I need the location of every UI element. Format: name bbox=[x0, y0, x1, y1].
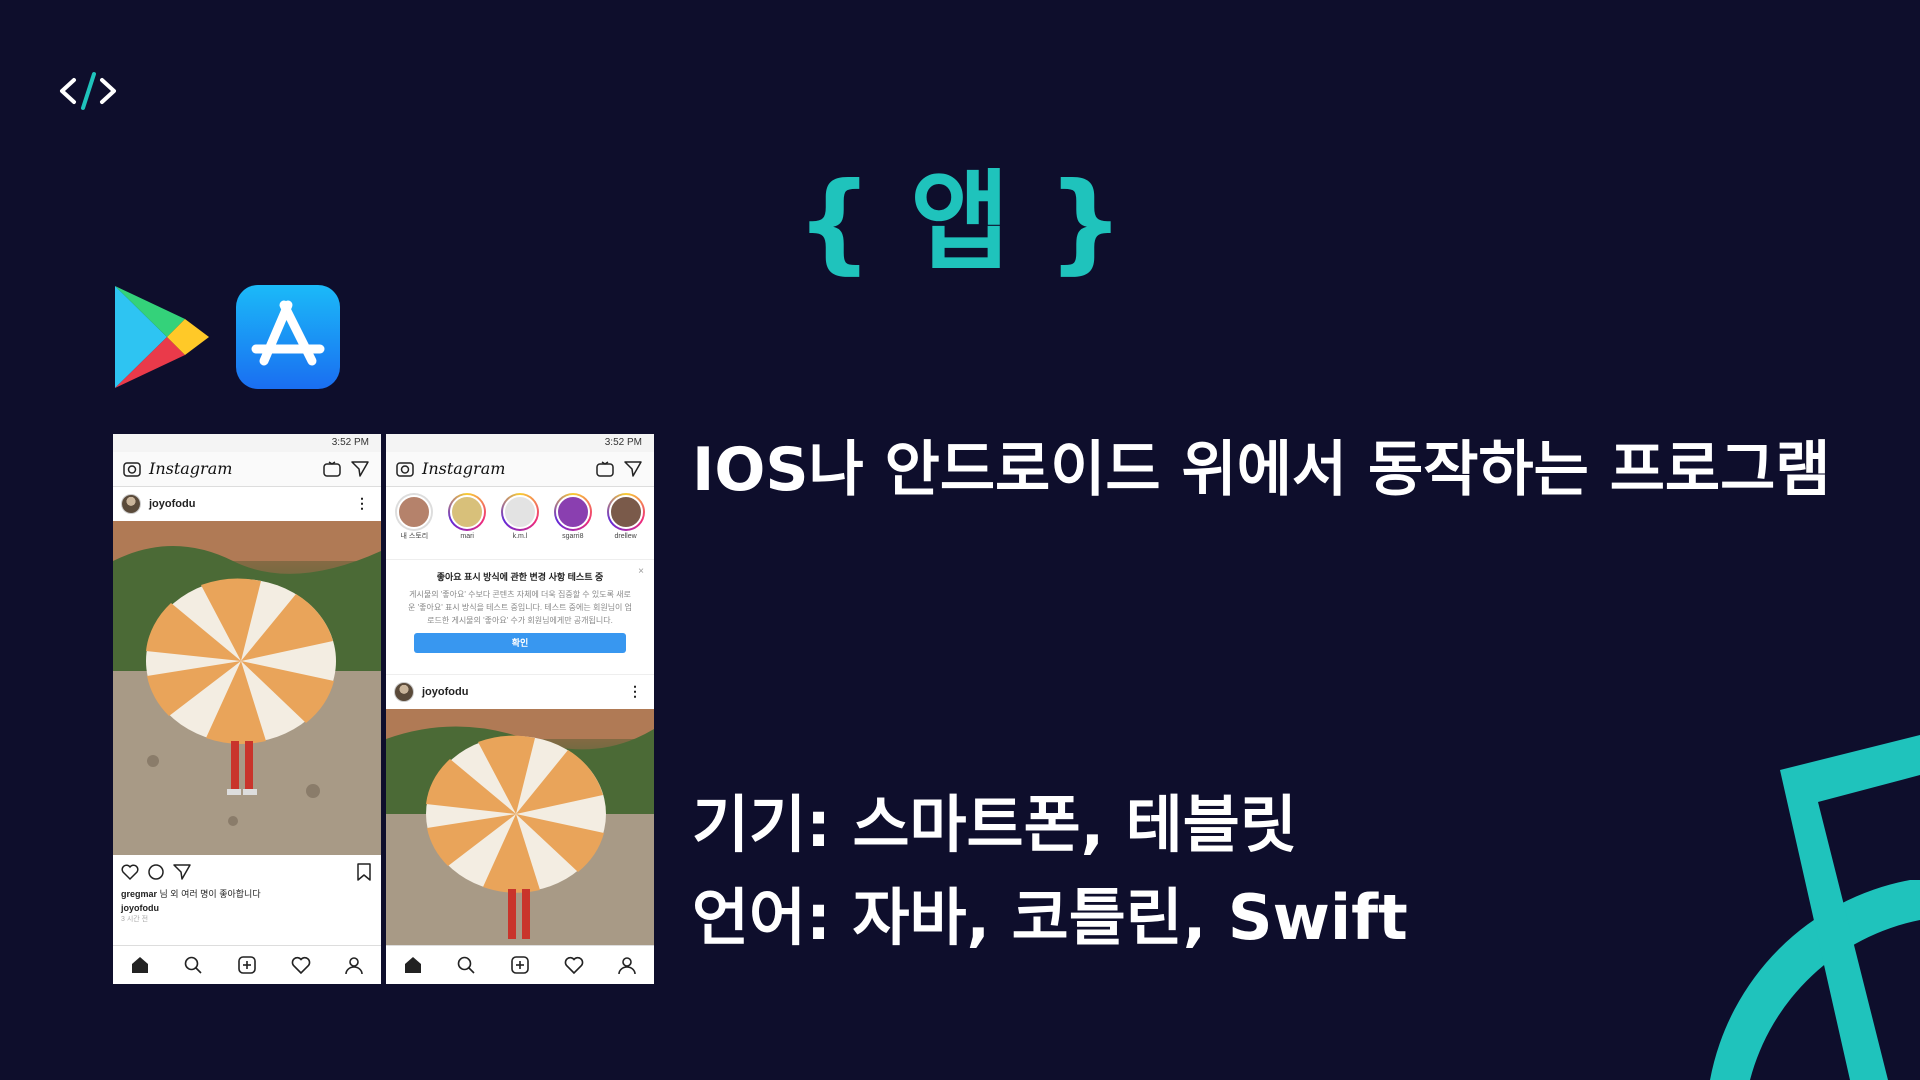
search-icon[interactable] bbox=[183, 955, 203, 975]
stories-row: 내 스토리 mari k.m.l sgarri8 drellew bbox=[386, 487, 654, 559]
more-options-icon: ⋮ bbox=[355, 495, 369, 511]
avatar bbox=[121, 494, 141, 514]
slide-title: { 앱 } bbox=[795, 160, 1125, 285]
igtv-icon bbox=[323, 461, 341, 477]
igtv-icon bbox=[596, 461, 614, 477]
add-post-icon[interactable] bbox=[510, 955, 530, 975]
home-icon[interactable] bbox=[130, 955, 150, 975]
likes-username: gregmar bbox=[121, 889, 158, 899]
code-icon bbox=[60, 72, 116, 110]
story-avatar bbox=[606, 493, 645, 531]
post-photo bbox=[113, 521, 381, 855]
devices-line: 기기: 스마트폰, 테블릿 bbox=[692, 788, 1297, 861]
story-label: sgarri8 bbox=[562, 533, 584, 540]
post-username: joyofodu bbox=[422, 686, 469, 698]
bottom-navigation bbox=[113, 945, 381, 984]
languages-line: 언어: 자바, 코틀린, Swift bbox=[692, 881, 1408, 954]
instagram-screenshot-stories: 3:52 PM Instagram 내 스토리 mari k.m.l sgarr… bbox=[386, 434, 654, 984]
direct-message-icon bbox=[624, 461, 642, 477]
app-description: IOS나 안드로이드 위에서 동작하는 프로그램 bbox=[692, 435, 1831, 505]
story-label: 내 스토리 bbox=[400, 533, 429, 540]
profile-icon[interactable] bbox=[344, 955, 364, 975]
heart-icon[interactable] bbox=[121, 863, 139, 881]
instagram-header: Instagram bbox=[113, 452, 381, 487]
post-actions bbox=[113, 855, 381, 887]
post-photo bbox=[386, 709, 654, 945]
camera-icon bbox=[396, 462, 414, 477]
likes-text: 님 외 여러 명이 좋아합니다 bbox=[159, 889, 261, 899]
camera-icon bbox=[123, 462, 141, 477]
share-icon[interactable] bbox=[173, 863, 191, 881]
instagram-screenshot-feed: 3:52 PM Instagram joyofodu ⋮ gregmar 님 외… bbox=[113, 434, 381, 984]
instagram-logo: Instagram bbox=[422, 459, 506, 478]
close-icon[interactable]: × bbox=[638, 566, 644, 578]
likes-line: gregmar 님 외 여러 명이 좋아합니다 bbox=[113, 887, 381, 901]
home-icon[interactable] bbox=[403, 955, 423, 975]
google-play-icon bbox=[115, 286, 209, 388]
direct-message-icon bbox=[351, 461, 369, 477]
search-icon[interactable] bbox=[456, 955, 476, 975]
comment-icon[interactable] bbox=[147, 863, 165, 881]
status-bar: 3:52 PM bbox=[386, 434, 654, 452]
post-time: 3 시간 전 bbox=[121, 916, 149, 923]
app-store-icon bbox=[236, 285, 340, 389]
story-avatar bbox=[395, 493, 434, 531]
instagram-header: Instagram bbox=[386, 452, 654, 487]
story-label: mari bbox=[460, 533, 474, 540]
story-label: drellew bbox=[614, 533, 637, 540]
story-label: k.m.l bbox=[512, 533, 528, 540]
post-header: joyofodu ⋮ bbox=[386, 675, 654, 709]
notice-body: 게시물의 '좋아요' 수보다 콘텐츠 자체에 더욱 집중할 수 있도록 새로운 … bbox=[408, 590, 632, 625]
caption-username: joyofodu bbox=[121, 903, 159, 913]
likes-test-notice: × 좋아요 표시 방식에 관한 변경 사항 테스트 중 게시물의 '좋아요' 수… bbox=[386, 559, 654, 675]
profile-icon[interactable] bbox=[617, 955, 637, 975]
add-post-icon[interactable] bbox=[237, 955, 257, 975]
story-item[interactable]: sgarri8 bbox=[549, 487, 597, 559]
story-item[interactable]: k.m.l bbox=[496, 487, 544, 559]
decorative-corner-shape bbox=[1710, 735, 1920, 1080]
post-header: joyofodu ⋮ bbox=[113, 487, 381, 521]
post-username: joyofodu bbox=[149, 498, 196, 510]
story-avatar bbox=[500, 493, 539, 531]
confirm-button[interactable]: 확인 bbox=[414, 633, 626, 653]
activity-heart-icon[interactable] bbox=[291, 955, 311, 975]
status-bar: 3:52 PM bbox=[113, 434, 381, 452]
story-avatar bbox=[553, 493, 592, 531]
more-options-icon: ⋮ bbox=[628, 683, 642, 699]
activity-heart-icon[interactable] bbox=[564, 955, 584, 975]
story-avatar bbox=[448, 493, 487, 531]
notice-title: 좋아요 표시 방식에 관한 변경 사항 테스트 중 bbox=[436, 572, 604, 582]
avatar bbox=[394, 682, 414, 702]
bookmark-icon[interactable] bbox=[355, 863, 373, 881]
story-item[interactable]: 내 스토리 bbox=[390, 487, 438, 559]
story-item[interactable]: mari bbox=[443, 487, 491, 559]
bottom-navigation bbox=[386, 945, 654, 984]
story-item[interactable]: drellew bbox=[602, 487, 650, 559]
instagram-logo: Instagram bbox=[149, 459, 233, 478]
